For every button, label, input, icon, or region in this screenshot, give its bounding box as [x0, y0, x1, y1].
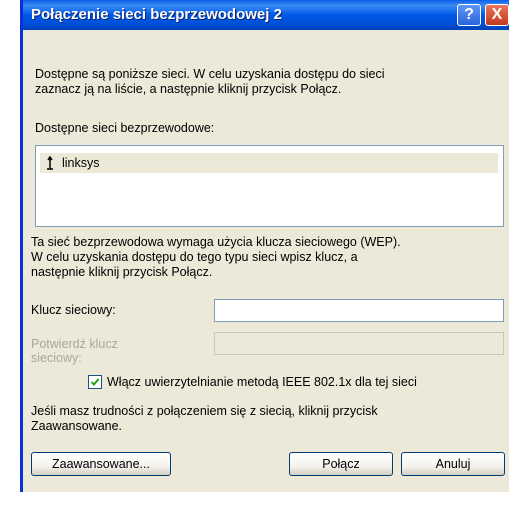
wep-text-line2: W celu uzyskania dostępu do tego typu si… [31, 250, 358, 264]
signal-antenna-icon [47, 156, 53, 170]
ieee-auth-label[interactable]: Włącz uwierzytelnianie metodą IEEE 802.1… [107, 375, 417, 390]
intro-text-line2: zaznacz ją na liście, a następnie klikni… [35, 82, 342, 96]
dialog-window: Połączenie sieci bezprzewodowej 2 ? X Do… [20, 0, 509, 492]
ieee-auth-checkbox[interactable] [88, 375, 102, 389]
connect-button[interactable]: Połącz [289, 452, 393, 476]
help-text-line2: Zaawansowane. [31, 419, 123, 433]
networks-list[interactable]: linksys [35, 145, 504, 227]
confirm-key-label-line2: sieciowy: [31, 351, 82, 365]
advanced-button[interactable]: Zaawansowane... [31, 452, 171, 476]
network-key-field[interactable] [214, 299, 504, 322]
wep-text-line3: następnie kliknij przycisk Połącz. [31, 265, 213, 279]
list-item-linksys[interactable]: linksys [40, 153, 498, 173]
window-title: Połączenie sieci bezprzewodowej 2 [31, 6, 282, 23]
checkmark-icon [90, 378, 100, 386]
close-button[interactable]: X [485, 4, 509, 26]
wep-text-line1: Ta sieć bezprzewodowa wymaga użycia kluc… [31, 235, 401, 249]
intro-text-line1: Dostępne są poniższe sieci. W celu uzysk… [35, 67, 385, 81]
network-key-label: Klucz sieciowy: [31, 303, 116, 317]
close-icon: X [491, 6, 503, 23]
network-name: linksys [62, 156, 100, 170]
help-text-line1: Jeśli masz trudności z połączeniem się z… [31, 404, 378, 418]
confirm-key-field[interactable] [214, 332, 504, 355]
networks-label: Dostępne sieci bezprzewodowe: [35, 121, 215, 135]
help-icon: ? [464, 6, 474, 23]
help-button[interactable]: ? [457, 4, 481, 26]
confirm-key-label-line1: Potwierdź klucz [31, 337, 118, 351]
cancel-button[interactable]: Anuluj [401, 452, 505, 476]
title-bar[interactable]: Połączenie sieci bezprzewodowej 2 ? X [23, 0, 509, 30]
